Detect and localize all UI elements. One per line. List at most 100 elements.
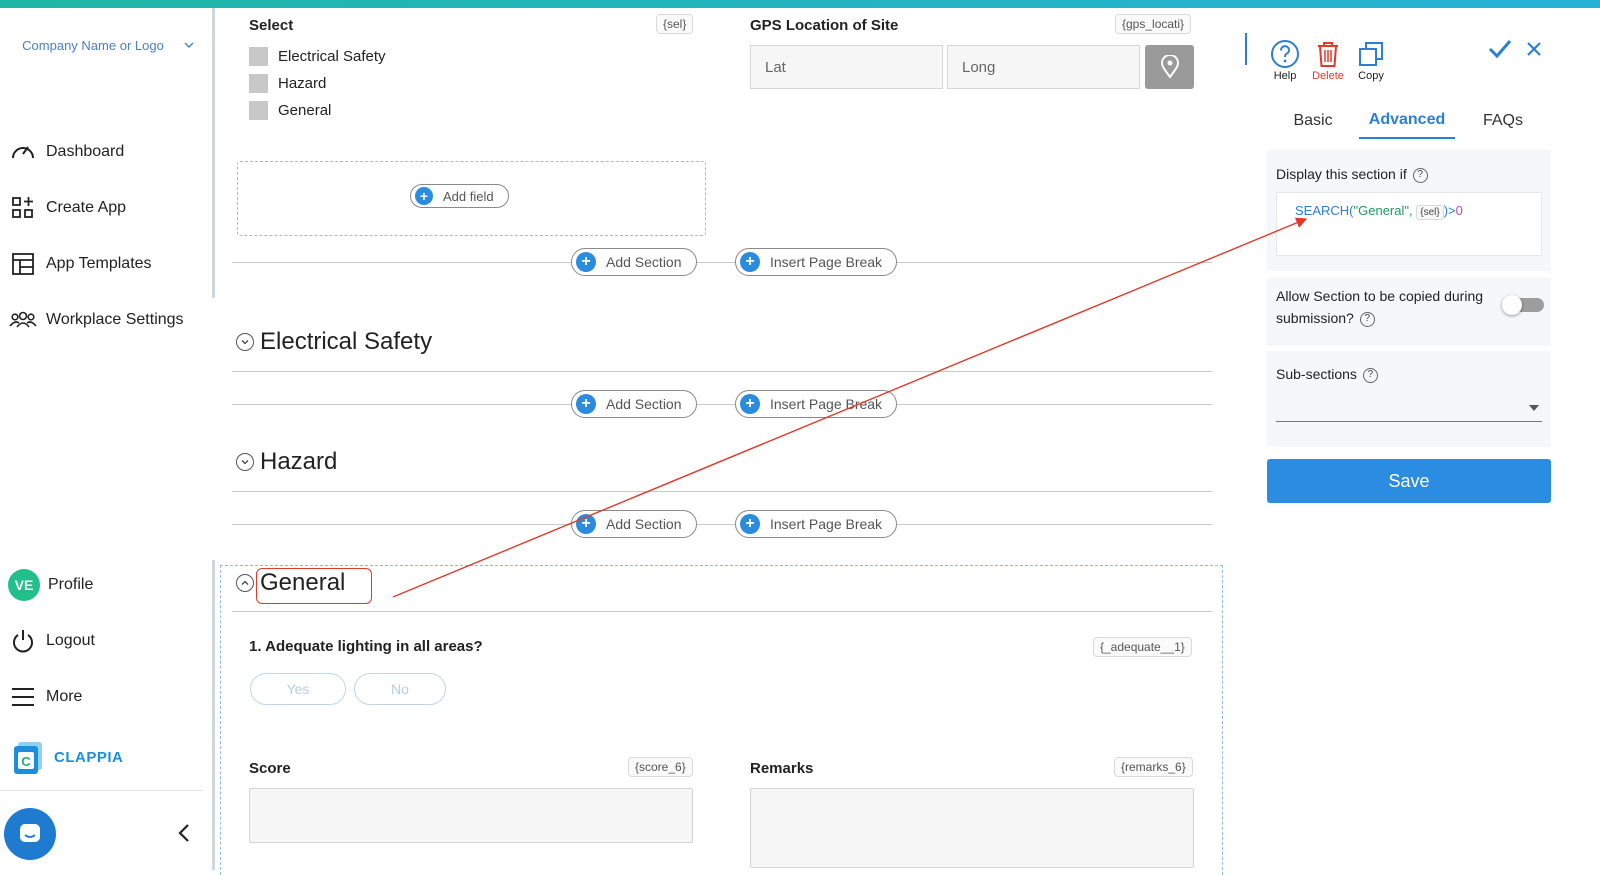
chat-button[interactable] <box>4 808 56 860</box>
help-icon[interactable]: ? <box>1359 311 1375 327</box>
select-option[interactable]: Hazard <box>249 74 326 93</box>
chat-icon <box>20 824 40 842</box>
brand-name: CLAPPIA <box>54 748 124 766</box>
condition-formula-input[interactable]: SEARCH("General", {sel})>0 <box>1276 192 1542 256</box>
nav-more[interactable]: More <box>8 682 82 712</box>
plus-circle-icon: + <box>740 514 760 534</box>
delete-button[interactable]: Delete <box>1308 38 1348 82</box>
select-field-title: Select <box>249 17 294 34</box>
nav-label: Dashboard <box>46 143 125 160</box>
add-section-button[interactable]: + Add Section <box>571 390 697 418</box>
tool-label: Copy <box>1358 70 1384 82</box>
dropdown-arrow-icon[interactable] <box>1529 405 1539 411</box>
section-divider <box>232 611 1212 612</box>
add-section-button[interactable]: + Add Section <box>571 510 697 538</box>
chevron-down-icon[interactable] <box>182 38 196 52</box>
variable-tag: {score_6} <box>628 757 693 777</box>
variable-tag: {remarks_6} <box>1114 757 1193 777</box>
insert-page-break-button[interactable]: + Insert Page Break <box>735 248 898 276</box>
sidebar-scroll-track <box>212 8 215 298</box>
apps-add-icon <box>8 193 38 223</box>
allow-copy-toggle[interactable] <box>1502 295 1544 315</box>
section-title: Hazard <box>260 448 338 475</box>
label-text: Sub-sections <box>1276 366 1357 382</box>
score-input[interactable] <box>249 788 693 843</box>
section-header-electrical-safety[interactable]: Electrical Safety <box>236 328 432 356</box>
copy-button[interactable]: Copy <box>1351 38 1391 82</box>
subsections-card: Sub-sections? <box>1267 351 1551 447</box>
sidebar-scroll-track <box>212 560 215 870</box>
top-accent-bar <box>0 0 1600 8</box>
option-label: Hazard <box>278 75 327 92</box>
add-section-button[interactable]: + Add Section <box>571 248 697 276</box>
nav-create-app[interactable]: Create App <box>8 193 126 223</box>
nav-label: More <box>46 688 83 705</box>
variable-tag: {gps_locati} <box>1115 14 1192 34</box>
formula-string: "General", <box>1353 203 1413 218</box>
panel-tabs: Basic Advanced FAQs <box>1267 103 1567 139</box>
help-button[interactable]: Help <box>1265 38 1305 82</box>
check-icon[interactable] <box>1488 38 1512 60</box>
help-circle-icon <box>1271 40 1299 68</box>
button-label: Add Section <box>606 254 682 270</box>
nav-dashboard[interactable]: Dashboard <box>8 137 124 167</box>
form-canvas: Select {sel} Electrical Safety Hazard Ge… <box>220 8 1237 875</box>
nav-workplace-settings[interactable]: Workplace Settings <box>8 305 184 335</box>
select-option[interactable]: General <box>249 101 331 120</box>
nav-label: Logout <box>46 632 95 649</box>
insert-page-break-button[interactable]: + Insert Page Break <box>735 510 898 538</box>
locate-button[interactable] <box>1145 45 1194 89</box>
button-label: Insert Page Break <box>770 254 883 270</box>
add-field-button[interactable]: + Add field <box>410 184 509 208</box>
select-option[interactable]: Electrical Safety <box>249 47 386 66</box>
no-option-button[interactable]: No <box>354 673 446 705</box>
sidebar: Company Name or Logo Dashboard Create Ap… <box>0 8 210 870</box>
dashboard-gauge-icon <box>8 137 38 167</box>
templates-icon <box>8 249 38 279</box>
chevron-up-icon[interactable] <box>236 574 254 592</box>
section-divider <box>232 491 1212 492</box>
nav-label: Create App <box>46 199 127 216</box>
checkbox[interactable] <box>249 47 268 66</box>
remarks-input[interactable] <box>750 788 1194 868</box>
plus-circle-icon: + <box>740 252 760 272</box>
collapse-sidebar-icon[interactable] <box>174 820 194 846</box>
tab-advanced[interactable]: Advanced <box>1359 103 1455 139</box>
tab-basic[interactable]: Basic <box>1277 103 1349 139</box>
help-icon[interactable]: ? <box>1412 167 1428 183</box>
gps-field-title: GPS Location of Site <box>750 17 899 34</box>
toggle-knob <box>1502 295 1522 315</box>
annotation-highlight-box <box>256 568 372 604</box>
long-input[interactable]: Long <box>947 45 1140 89</box>
score-field-title: Score <box>249 760 291 777</box>
insert-page-break-button[interactable]: + Insert Page Break <box>735 390 898 418</box>
subsections-label: Sub-sections? <box>1276 363 1378 385</box>
close-icon[interactable] <box>1526 41 1542 57</box>
chevron-down-icon[interactable] <box>236 453 254 471</box>
power-icon <box>8 626 38 656</box>
company-name[interactable]: Company Name or Logo <box>18 34 168 57</box>
remarks-field-title: Remarks <box>750 760 814 777</box>
nav-app-templates[interactable]: App Templates <box>8 249 152 279</box>
yes-option-button[interactable]: Yes <box>250 673 346 705</box>
button-label: Insert Page Break <box>770 396 883 412</box>
nav-profile[interactable]: VE Profile <box>8 569 94 601</box>
tab-faqs[interactable]: FAQs <box>1465 103 1541 139</box>
tool-label: Delete <box>1312 70 1344 82</box>
checkbox[interactable] <box>249 74 268 93</box>
chevron-down-icon[interactable] <box>236 333 254 351</box>
checkbox[interactable] <box>249 101 268 120</box>
allow-copy-label: Allow Section to be copied during submis… <box>1276 285 1504 329</box>
label-text: Display this section if <box>1276 166 1407 182</box>
nav-label: Profile <box>48 576 94 593</box>
save-button[interactable]: Save <box>1267 459 1551 503</box>
help-icon[interactable]: ? <box>1362 367 1378 383</box>
map-pin-icon <box>1160 55 1179 79</box>
nav-logout[interactable]: Logout <box>8 626 95 656</box>
formula-variable-tag: {sel} <box>1416 205 1444 220</box>
avatar: VE <box>8 569 40 601</box>
copy-icon <box>1359 42 1383 66</box>
lat-input[interactable]: Lat <box>750 45 943 89</box>
subsections-select[interactable] <box>1276 421 1542 422</box>
section-header-hazard[interactable]: Hazard <box>236 448 337 476</box>
